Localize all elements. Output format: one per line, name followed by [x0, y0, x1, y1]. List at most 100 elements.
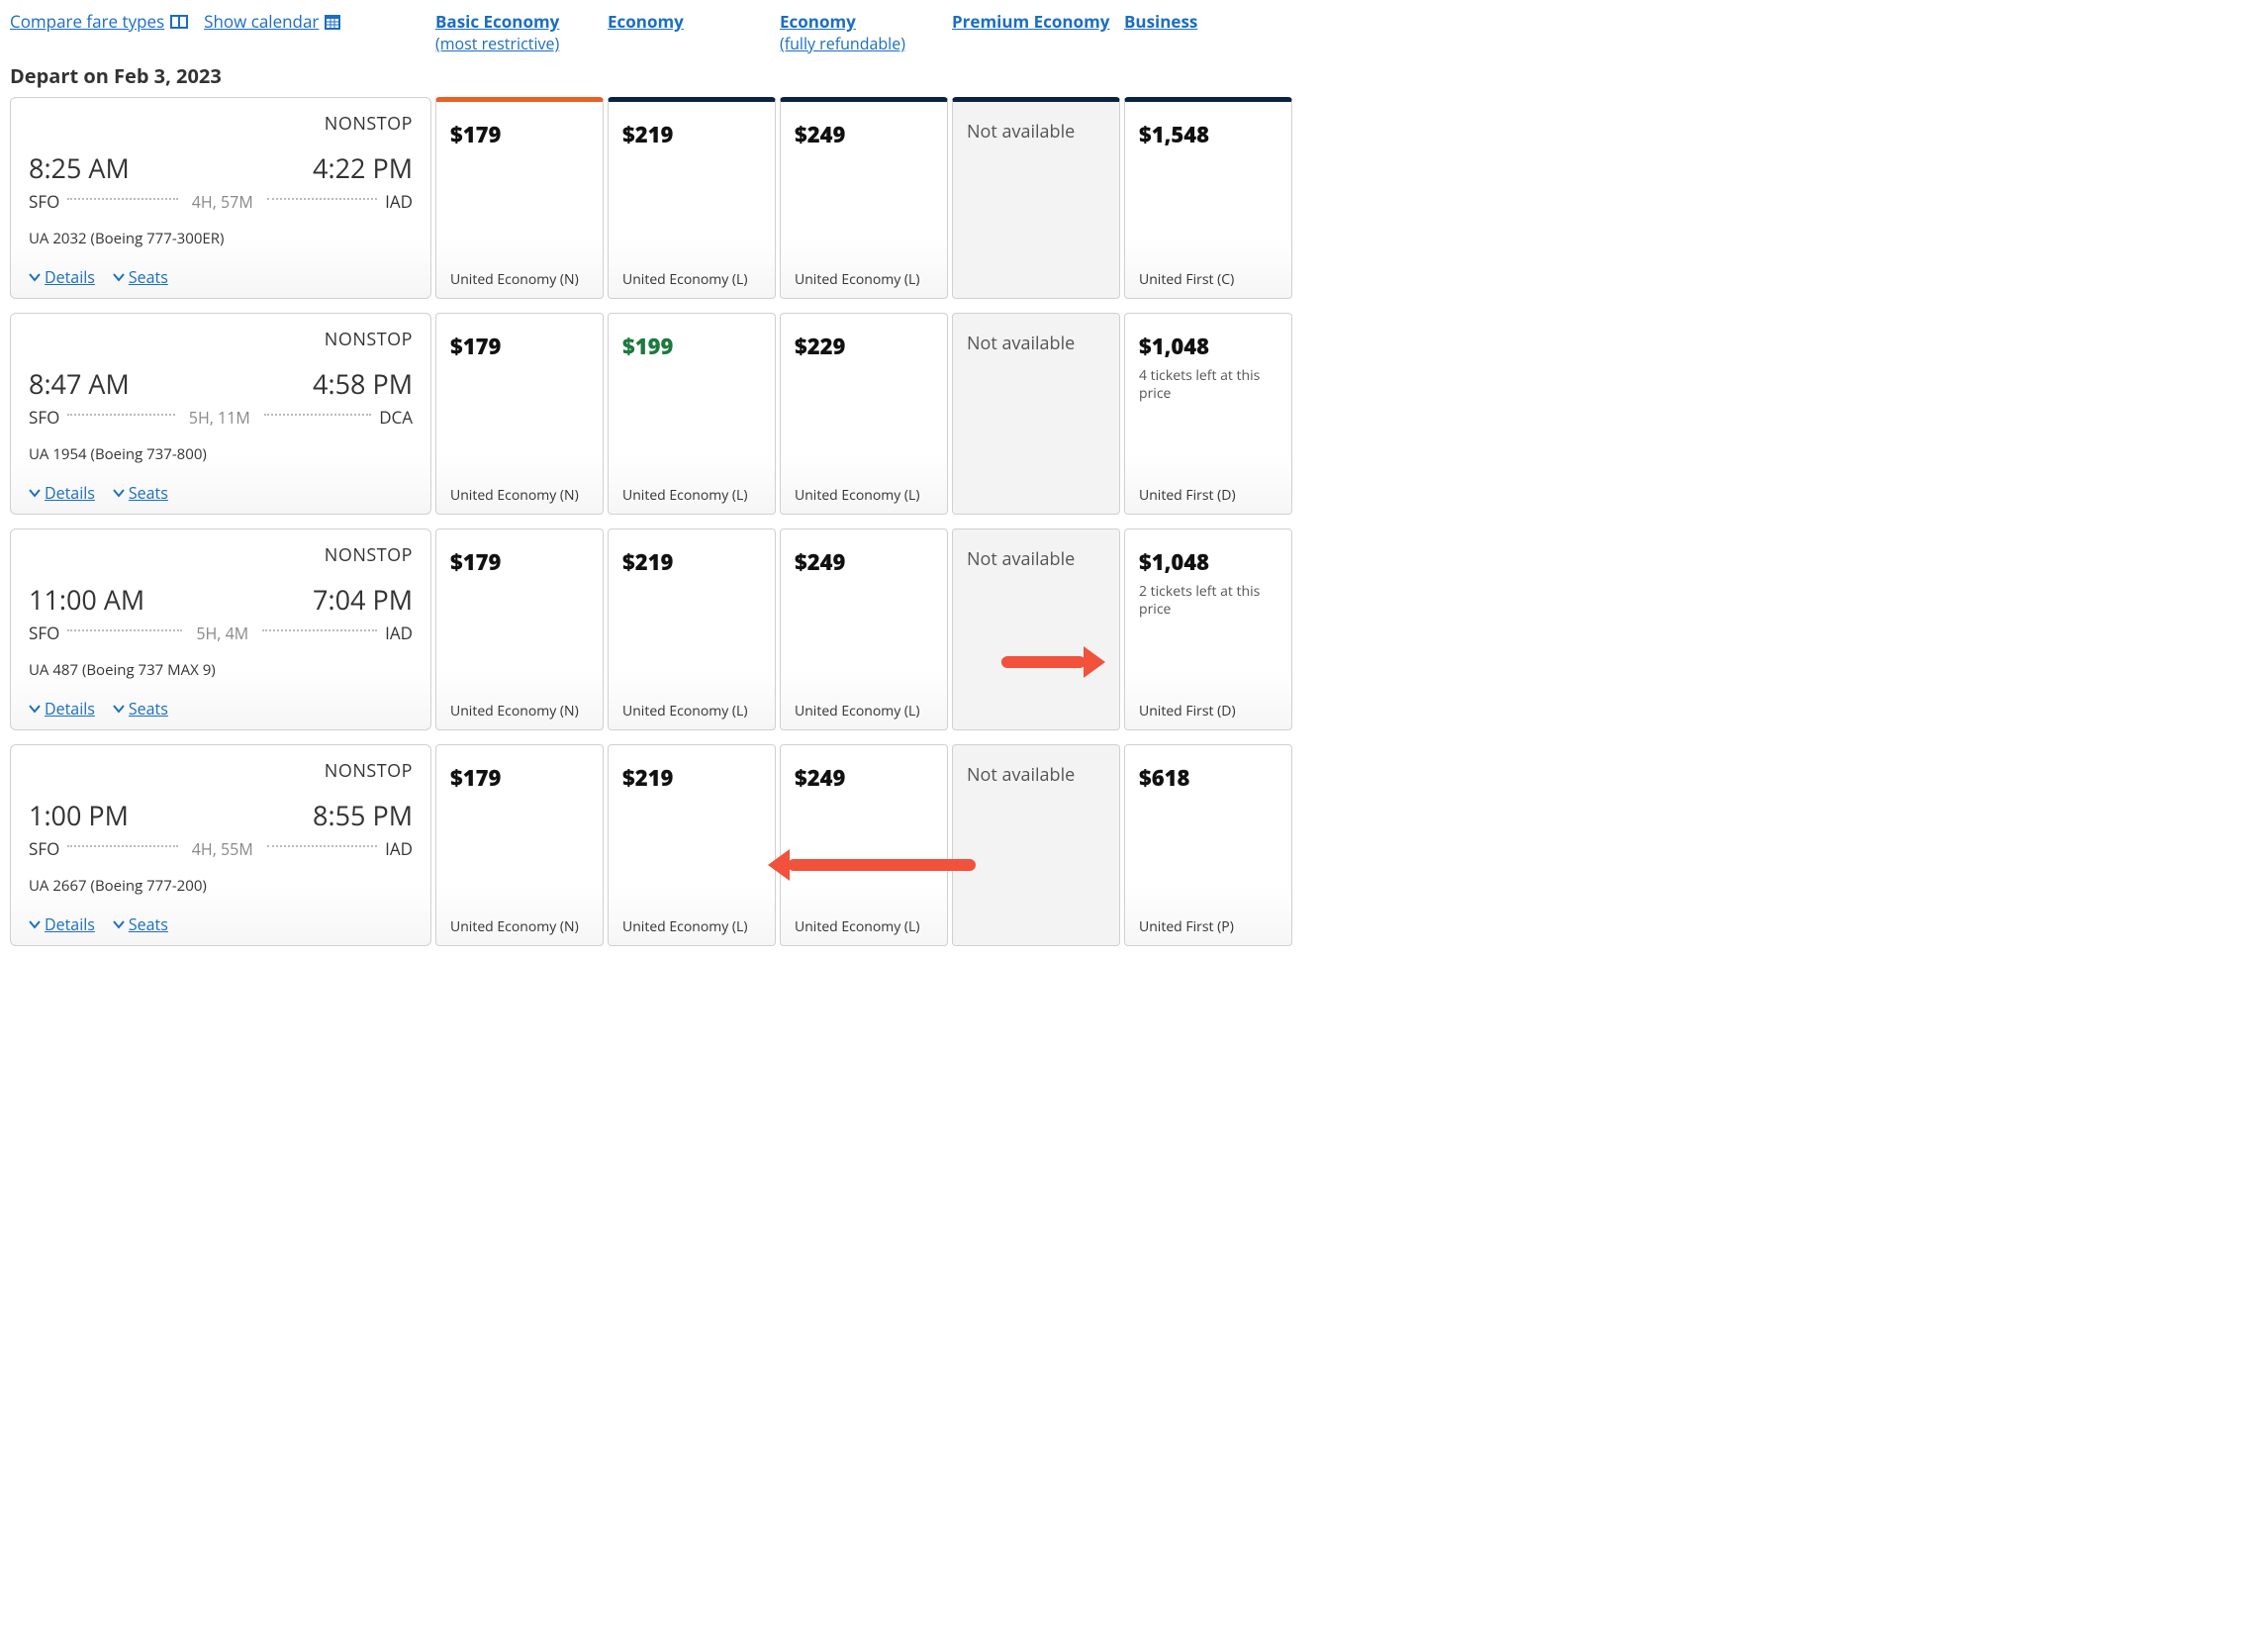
- flight-number-aircraft: UA 1954 (Boeing 737-800): [29, 444, 413, 464]
- fare-cell: Not available: [952, 97, 1120, 299]
- chevron-down-icon: [113, 482, 125, 504]
- fare-cell[interactable]: $179 United Economy (N): [435, 97, 604, 299]
- route-line: [67, 845, 177, 847]
- chevron-down-icon: [113, 266, 125, 288]
- fare-cell[interactable]: $179 United Economy (N): [435, 313, 604, 515]
- fare-cell[interactable]: $219United Economy (L): [608, 744, 776, 946]
- fare-price: $249: [795, 547, 933, 577]
- details-link[interactable]: Details: [29, 482, 95, 504]
- fare-price: $179: [450, 763, 589, 793]
- flight-number-aircraft: UA 487 (Boeing 737 MAX 9): [29, 660, 413, 680]
- cabin-class-label: United Economy (L): [622, 271, 761, 289]
- fare-cell: Not available: [952, 313, 1120, 515]
- fare-price: $179: [450, 332, 589, 361]
- stops-label: NONSTOP: [29, 328, 413, 351]
- arrival-time: 4:58 PM: [313, 365, 413, 402]
- fare-cell[interactable]: $1,548 United First (C): [1124, 97, 1292, 299]
- details-link[interactable]: Details: [29, 698, 95, 720]
- fare-cell[interactable]: $199United Economy (L): [608, 313, 776, 515]
- fare-cell[interactable]: $249United Economy (L): [780, 97, 948, 299]
- origin-code: SFO: [29, 837, 59, 860]
- details-link[interactable]: Details: [29, 266, 95, 288]
- cabin-class-label: United Economy (L): [795, 487, 933, 505]
- stops-label: NONSTOP: [29, 759, 413, 783]
- flight-card: NONSTOP1:00 PM8:55 PMSFO4H, 55MIADUA 266…: [10, 744, 431, 946]
- departure-time: 8:25 AM: [29, 149, 130, 186]
- stops-label: NONSTOP: [29, 112, 413, 136]
- fare-cell[interactable]: $249 United Economy (L): [780, 744, 948, 946]
- fare-cell[interactable]: $1,048 2 tickets left at this price United…: [1124, 528, 1292, 730]
- seats-remaining-note: 4 tickets left at this price: [1139, 367, 1277, 402]
- fare-price: $229: [795, 332, 933, 361]
- cabin-class-label: United Economy (N): [450, 271, 589, 289]
- fare-price: $179: [450, 120, 589, 149]
- cabin-class-label: United First (D): [1139, 487, 1277, 505]
- flight-card: NONSTOP11:00 AM7:04 PMSFO5H, 4MIADUA 487…: [10, 528, 431, 730]
- cabin-class-label: United Economy (N): [450, 918, 589, 936]
- fare-price: $249: [795, 763, 933, 793]
- fare-price: $1,548: [1139, 120, 1277, 149]
- fare-compare-icon: [170, 15, 188, 29]
- fare-price: $1,048: [1139, 332, 1277, 361]
- cabin-class-label: United Economy (L): [622, 918, 761, 936]
- destination-code: IAD: [385, 190, 413, 213]
- duration-label: 5H, 11M: [183, 407, 256, 429]
- seats-link[interactable]: Seats: [113, 913, 168, 935]
- arrival-time: 8:55 PM: [313, 797, 413, 833]
- chevron-down-icon: [29, 482, 41, 504]
- fare-price: $249: [795, 120, 933, 149]
- seats-link[interactable]: Seats: [113, 698, 168, 720]
- seats-link[interactable]: Seats: [113, 266, 168, 288]
- flight-number-aircraft: UA 2667 (Boeing 777-200): [29, 876, 413, 896]
- details-link[interactable]: Details: [29, 913, 95, 935]
- fare-cell[interactable]: $179 United Economy (N): [435, 528, 604, 730]
- flight-card: NONSTOP8:25 AM4:22 PMSFO4H, 57MIADUA 203…: [10, 97, 431, 299]
- fare-cell[interactable]: $1,048 4 tickets left at this price United…: [1124, 313, 1292, 515]
- route-line: [67, 198, 177, 200]
- fare-price: $179: [450, 547, 589, 577]
- departure-time: 1:00 PM: [29, 797, 129, 833]
- seats-link[interactable]: Seats: [113, 482, 168, 504]
- fare-cell[interactable]: $229 United Economy (L): [780, 313, 948, 515]
- not-available-label: Not available: [967, 332, 1105, 355]
- seats-remaining-note: 2 tickets left at this price: [1139, 583, 1277, 618]
- cabin-class-label: United First (C): [1139, 271, 1277, 289]
- departure-date-label: Depart on Feb 3, 2023: [10, 62, 431, 89]
- cabin-class-label: United Economy (L): [795, 918, 933, 936]
- route-line: [267, 845, 377, 847]
- fare-cell[interactable]: $618United First (P): [1124, 744, 1292, 946]
- cabin-class-label: United Economy (L): [795, 703, 933, 720]
- fare-header-basic-economy[interactable]: Basic Economy(most restrictive): [435, 10, 604, 54]
- cabin-class-label: United Economy (N): [450, 703, 589, 720]
- chevron-down-icon: [29, 266, 41, 288]
- fare-cell[interactable]: $249 United Economy (L): [780, 528, 948, 730]
- route-line: [67, 629, 182, 631]
- fare-cell[interactable]: $219 United Economy (L): [608, 528, 776, 730]
- fare-cell[interactable]: $219United Economy (L): [608, 97, 776, 299]
- show-calendar-link[interactable]: Show calendar: [204, 10, 340, 33]
- fare-cell: Not available: [952, 744, 1120, 946]
- route-line: [262, 629, 377, 631]
- fare-price: $219: [622, 547, 761, 577]
- cabin-class-label: United Economy (N): [450, 487, 589, 505]
- fare-cell[interactable]: $179 United Economy (N): [435, 744, 604, 946]
- cabin-class-label: United Economy (L): [622, 703, 761, 720]
- flight-number-aircraft: UA 2032 (Boeing 777-300ER): [29, 229, 413, 248]
- route-line: [267, 198, 377, 200]
- fare-header-economy[interactable]: Economy: [608, 10, 776, 33]
- duration-label: 5H, 4M: [190, 623, 254, 644]
- cabin-class-label: United First (P): [1139, 918, 1277, 936]
- duration-label: 4H, 55M: [186, 838, 259, 860]
- origin-code: SFO: [29, 622, 59, 644]
- calendar-icon: [325, 14, 340, 30]
- fare-header-business[interactable]: Business: [1124, 10, 1292, 33]
- fare-price: $1,048: [1139, 547, 1277, 577]
- not-available-label: Not available: [967, 763, 1105, 787]
- fare-header-economy-refundable[interactable]: Economy(fully refundable): [780, 10, 948, 54]
- fare-header-premium-economy[interactable]: Premium Economy: [952, 10, 1120, 33]
- flight-card: NONSTOP8:47 AM4:58 PMSFO5H, 11MDCAUA 195…: [10, 313, 431, 515]
- cabin-class-label: United Economy (L): [622, 487, 761, 505]
- cabin-class-label: United First (D): [1139, 703, 1277, 720]
- chevron-down-icon: [29, 698, 41, 720]
- compare-fare-types-link[interactable]: Compare fare types: [10, 10, 188, 33]
